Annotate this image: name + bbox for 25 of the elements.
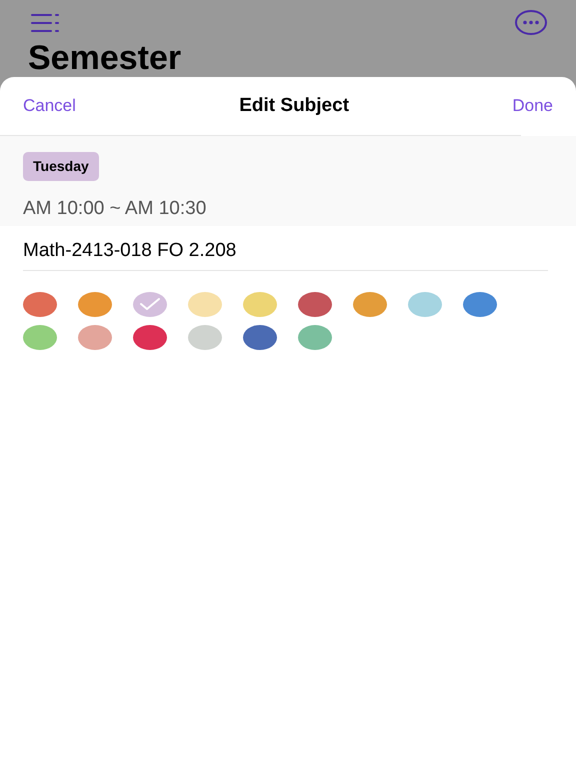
- day-tag: Tuesday: [23, 152, 99, 181]
- time-range: AM 10:00 ~ AM 10:30: [23, 197, 208, 221]
- cancel-button[interactable]: Cancel: [23, 93, 76, 119]
- color-swatch[interactable]: [133, 324, 167, 350]
- color-swatch[interactable]: [408, 292, 442, 316]
- color-swatch[interactable]: [243, 292, 277, 316]
- color-swatch[interactable]: [188, 324, 222, 350]
- color-swatch[interactable]: [243, 324, 277, 350]
- color-swatch[interactable]: [298, 324, 332, 350]
- color-swatch[interactable]: [298, 292, 332, 316]
- color-swatch[interactable]: [133, 292, 167, 316]
- color-swatch[interactable]: [23, 292, 57, 316]
- more-icon[interactable]: [515, 10, 547, 35]
- color-swatch[interactable]: [463, 292, 497, 316]
- sheet-title: Edit Subject: [239, 94, 350, 118]
- page-title: Semester: [28, 40, 182, 76]
- color-swatch[interactable]: [78, 324, 112, 350]
- subject-input-field[interactable]: Math-2413-018 FO 2.208: [23, 237, 548, 270]
- menu-icon[interactable]: [31, 14, 59, 32]
- color-swatch[interactable]: [78, 292, 112, 316]
- checkmark-icon: [139, 297, 161, 311]
- color-swatch[interactable]: [353, 292, 387, 316]
- color-swatch[interactable]: [23, 324, 57, 350]
- done-button[interactable]: Done: [512, 93, 553, 119]
- color-swatch[interactable]: [188, 292, 222, 316]
